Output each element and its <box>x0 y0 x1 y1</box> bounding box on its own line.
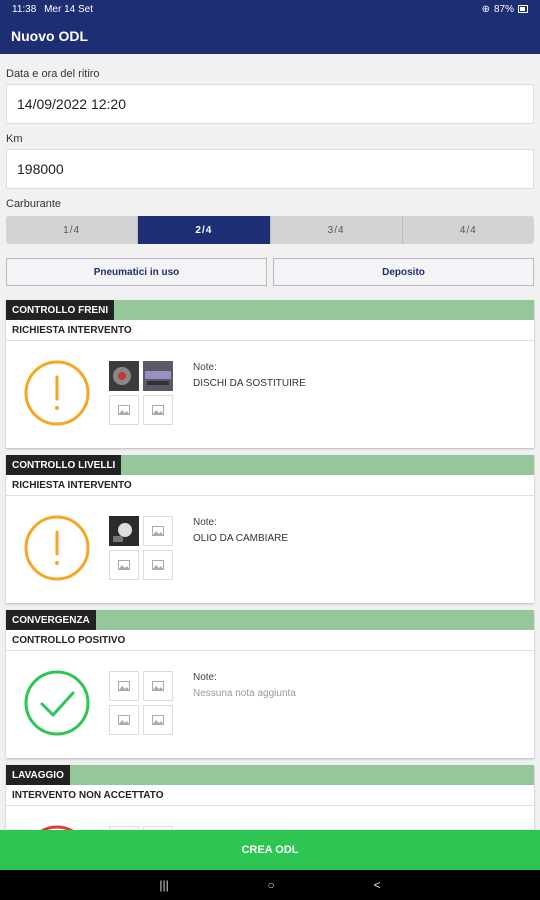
photo-thumbnail[interactable] <box>143 361 173 391</box>
status-left: 11:38 Mer 14 Set <box>12 4 93 15</box>
pickup-label: Data e ora del ritiro <box>6 68 100 80</box>
km-field[interactable]: 198000 <box>6 149 534 189</box>
add-photo-slot[interactable] <box>109 395 139 425</box>
brake-disc-photo <box>109 361 139 391</box>
fuel-option-3-4[interactable]: 3/4 <box>270 216 403 244</box>
battery-level: 87% <box>493 3 514 15</box>
add-photo-slot[interactable] <box>143 671 173 701</box>
warning-icon <box>24 515 90 581</box>
note-label: Note: <box>193 672 217 683</box>
km-label: Km <box>6 133 23 145</box>
card-status: RICHIESTA INTERVENTO <box>6 475 534 496</box>
signal-icon: ⊕ <box>481 3 490 15</box>
photo-grid <box>109 516 175 580</box>
image-placeholder-icon <box>152 681 164 691</box>
image-placeholder-icon <box>118 681 130 691</box>
photo-thumbnail[interactable] <box>109 361 139 391</box>
image-placeholder-icon <box>152 715 164 725</box>
warning-icon <box>24 360 90 426</box>
card-status: INTERVENTO NON ACCETTATO <box>6 785 534 806</box>
create-odl-button[interactable]: CREA ODL <box>0 830 540 870</box>
check-card-levels[interactable]: CONTROLLO LIVELLI RICHIESTA INTERVENTO N… <box>6 455 534 603</box>
photo-thumbnail[interactable] <box>109 516 139 546</box>
note-label: Note: <box>193 517 217 528</box>
brake-photo <box>143 361 173 391</box>
form-content[interactable]: Data e ora del ritiro 14/09/2022 12:20 K… <box>0 54 540 830</box>
add-photo-slot[interactable] <box>143 705 173 735</box>
card-title: LAVAGGIO <box>6 765 70 785</box>
home-icon[interactable]: ○ <box>268 878 275 892</box>
note-text: DISCHI DA SOSTITUIRE <box>193 378 306 389</box>
card-title: CONTROLLO LIVELLI <box>6 455 122 475</box>
card-status: RICHIESTA INTERVENTO <box>6 320 534 341</box>
system-navigation-bar: ||| ○ < <box>0 870 540 900</box>
note-text: OLIO DA CAMBIARE <box>193 533 289 544</box>
photo-grid <box>109 361 175 425</box>
status-right: ⊕ 87% <box>482 4 528 15</box>
fuel-option-1-4[interactable]: 1/4 <box>6 216 139 244</box>
page-title: Nuovo ODL <box>11 28 88 44</box>
note-label: Note: <box>193 362 217 373</box>
card-title: CONTROLLO FRENI <box>6 300 115 320</box>
battery-icon <box>518 5 528 13</box>
check-icon <box>24 670 90 736</box>
check-card-brakes[interactable]: CONTROLLO FRENI RICHIESTA INTERVENTO Not… <box>6 300 534 448</box>
check-card-washing[interactable]: LAVAGGIO INTERVENTO NON ACCETTATO <box>6 765 534 830</box>
image-placeholder-icon <box>152 405 164 415</box>
fuel-option-2-4[interactable]: 2/4 <box>138 216 271 244</box>
image-placeholder-icon <box>118 405 130 415</box>
status-date: Mer 14 Set <box>44 3 93 15</box>
engine-photo <box>109 516 139 546</box>
image-placeholder-icon <box>152 526 164 536</box>
card-header: CONTROLLO LIVELLI <box>6 455 534 475</box>
add-photo-slot[interactable] <box>109 705 139 735</box>
pickup-datetime-field[interactable]: 14/09/2022 12:20 <box>6 84 534 124</box>
card-header: LAVAGGIO <box>6 765 534 785</box>
fuel-selector[interactable]: 1/4 2/4 3/4 4/4 <box>6 216 534 244</box>
add-photo-slot[interactable] <box>109 671 139 701</box>
recents-icon[interactable]: ||| <box>159 878 168 892</box>
image-placeholder-icon <box>118 715 130 725</box>
add-photo-slot[interactable] <box>143 516 173 546</box>
add-photo-slot[interactable] <box>109 550 139 580</box>
fuel-label: Carburante <box>6 198 62 210</box>
check-card-alignment[interactable]: CONVERGENZA CONTROLLO POSITIVO Note: Nes… <box>6 610 534 758</box>
status-bar: 11:38 Mer 14 Set ⊕ 87% <box>0 0 540 18</box>
card-status: CONTROLLO POSITIVO <box>6 630 534 651</box>
card-header: CONTROLLO FRENI <box>6 300 534 320</box>
app-bar: Nuovo ODL <box>0 18 540 54</box>
fuel-option-4-4[interactable]: 4/4 <box>402 216 534 244</box>
back-icon[interactable]: < <box>374 878 381 892</box>
add-photo-slot[interactable] <box>143 395 173 425</box>
card-title: CONVERGENZA <box>6 610 96 630</box>
image-placeholder-icon <box>118 560 130 570</box>
photo-grid <box>109 671 175 735</box>
image-placeholder-icon <box>152 560 164 570</box>
status-time: 11:38 <box>12 3 37 15</box>
tires-button[interactable]: Pneumatici in uso <box>6 258 267 286</box>
add-photo-slot[interactable] <box>143 550 173 580</box>
deposit-button[interactable]: Deposito <box>273 258 534 286</box>
card-header: CONVERGENZA <box>6 610 534 630</box>
rejected-icon <box>40 825 74 830</box>
note-text: Nessuna nota aggiunta <box>193 688 296 699</box>
